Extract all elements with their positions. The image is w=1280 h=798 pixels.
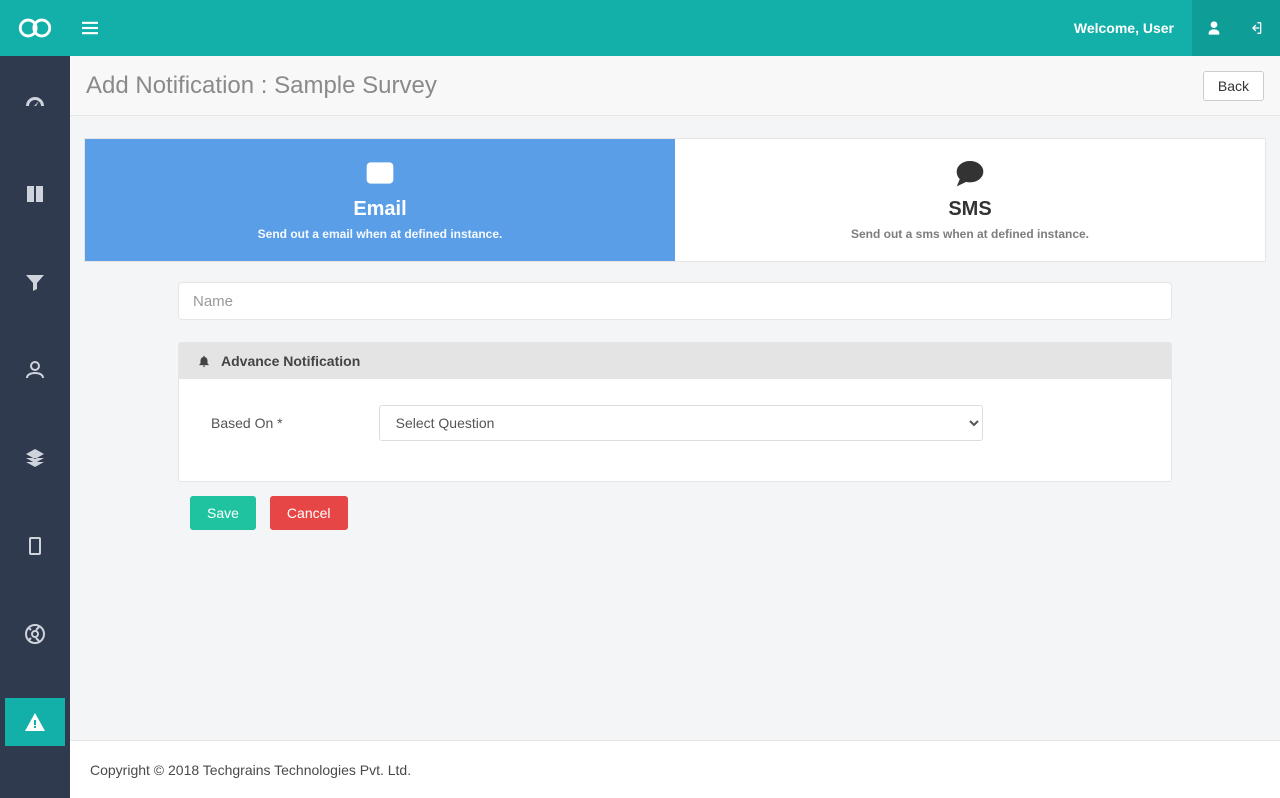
sidebar-toggle-button[interactable] — [70, 21, 110, 35]
book-icon — [23, 182, 47, 206]
brand-logo[interactable] — [0, 17, 70, 39]
logout-icon — [1250, 20, 1266, 36]
based-on-select[interactable]: Select Question — [379, 405, 983, 441]
tablet-icon — [23, 534, 47, 558]
save-button[interactable]: Save — [190, 496, 256, 530]
based-on-label: Based On * — [211, 415, 283, 431]
cancel-button[interactable]: Cancel — [270, 496, 348, 530]
user-menu-button[interactable] — [1192, 0, 1236, 56]
tab-row: Email Send out a email when at defined i… — [84, 138, 1266, 262]
hamburger-icon — [82, 21, 98, 35]
warning-icon — [23, 710, 47, 734]
welcome-text: Welcome, User — [1056, 20, 1192, 36]
sidebar-item-layers[interactable] — [5, 434, 65, 482]
advance-panel-body: Based On * Select Question — [179, 379, 1171, 481]
sidebar-item-notifications[interactable] — [5, 698, 65, 746]
advance-panel-title: Advance Notification — [221, 353, 360, 369]
sidebar-item-users[interactable] — [5, 346, 65, 394]
user-outline-icon — [23, 358, 47, 382]
tab-email[interactable]: Email Send out a email when at defined i… — [85, 139, 675, 261]
sidebar-item-dashboard[interactable] — [5, 82, 65, 130]
action-row: Save Cancel — [178, 496, 1172, 530]
sidebar-item-device[interactable] — [5, 522, 65, 570]
filter-icon — [23, 270, 47, 294]
page-body: Add Notification : Sample Survey Back Em… — [70, 56, 1280, 740]
advance-panel-head: Advance Notification — [179, 343, 1171, 379]
bell-icon — [197, 353, 211, 369]
sidebar-item-filter[interactable] — [5, 258, 65, 306]
envelope-icon — [95, 157, 665, 192]
left-sidebar — [0, 56, 70, 798]
sidebar-item-support[interactable] — [5, 610, 65, 658]
speech-bubble-icon — [685, 157, 1255, 192]
advance-panel: Advance Notification Based On * Select Q… — [178, 342, 1172, 482]
page-title: Add Notification : Sample Survey — [86, 72, 437, 100]
page-content: Email Send out a email when at defined i… — [70, 116, 1280, 548]
top-navbar: Welcome, User — [0, 0, 1280, 56]
tab-email-title: Email — [95, 198, 665, 221]
back-button[interactable]: Back — [1203, 71, 1264, 101]
layers-icon — [23, 446, 47, 470]
lifebuoy-icon — [23, 622, 47, 646]
form-wrap: Advance Notification Based On * Select Q… — [178, 282, 1172, 530]
footer-text: Copyright © 2018 Techgrains Technologies… — [90, 762, 411, 778]
logout-button[interactable] — [1236, 0, 1280, 56]
page-header: Add Notification : Sample Survey Back — [70, 56, 1280, 116]
sidebar-item-surveys[interactable] — [5, 170, 65, 218]
tab-email-desc: Send out a email when at defined instanc… — [95, 227, 665, 241]
dashboard-icon — [23, 94, 47, 118]
tab-sms[interactable]: SMS Send out a sms when at defined insta… — [675, 139, 1265, 261]
tab-sms-title: SMS — [685, 198, 1255, 221]
user-icon — [1206, 20, 1222, 36]
name-input[interactable] — [178, 282, 1172, 320]
tab-sms-desc: Send out a sms when at defined instance. — [685, 227, 1255, 241]
footer: Copyright © 2018 Techgrains Technologies… — [70, 740, 1280, 798]
logo-icon — [18, 17, 52, 39]
